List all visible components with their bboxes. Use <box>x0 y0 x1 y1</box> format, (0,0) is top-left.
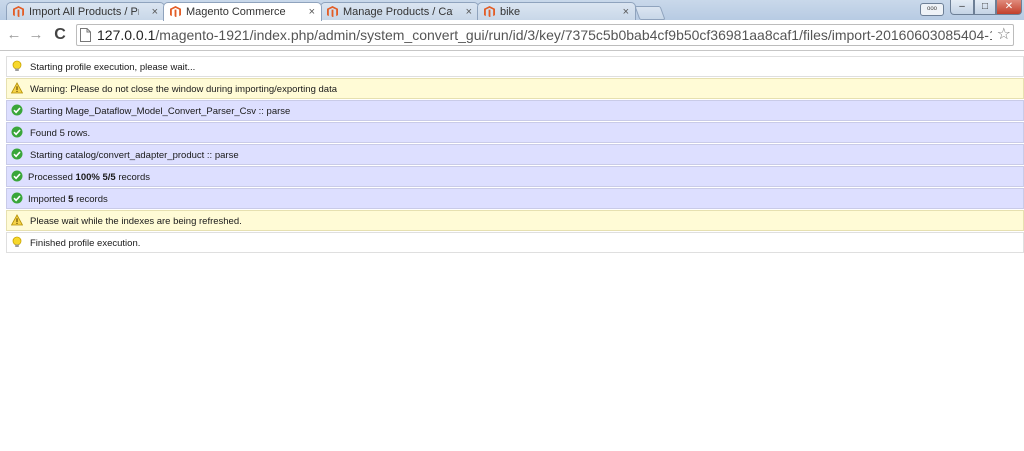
log-row-finished: Finished profile execution. <box>6 232 1024 253</box>
warning-icon <box>11 214 23 226</box>
url-path: /magento-1921/index.php/admin/system_con… <box>155 27 992 43</box>
minimize-button[interactable]: – <box>950 0 974 15</box>
bookmark-star-icon[interactable]: ☆ <box>997 25 1011 45</box>
close-window-button[interactable]: ✕ <box>996 0 1022 15</box>
log-row-warning: Warning: Please do not close the window … <box>6 78 1024 99</box>
log-message: Starting profile execution, please wait.… <box>30 62 196 73</box>
new-tab-button[interactable] <box>634 6 666 20</box>
browser-chrome: Import All Products / Profi × Magento Co… <box>0 0 1024 51</box>
magento-logo-icon <box>170 6 181 17</box>
log-row-processed: Processed 100% 5/5 records <box>6 166 1024 187</box>
log-message-suffix: records <box>73 194 108 205</box>
page-content: Starting profile execution, please wait.… <box>0 51 1024 451</box>
tab-magento-commerce[interactable]: Magento Commerce × <box>163 2 322 21</box>
log-message: Imported 5 records <box>28 194 108 205</box>
log-message: Starting catalog/convert_adapter_product… <box>30 150 239 161</box>
tab-strip: Import All Products / Profi × Magento Co… <box>0 0 1024 21</box>
url-host: 127.0.0.1 <box>97 27 156 43</box>
log-row-parser-start: Starting Mage_Dataflow_Model_Convert_Par… <box>6 100 1024 121</box>
page-icon <box>80 28 91 42</box>
forward-arrow-icon[interactable]: → <box>26 25 46 45</box>
tab-close-icon[interactable]: × <box>623 3 629 20</box>
log-message: Found 5 rows. <box>30 128 91 139</box>
tab-close-icon[interactable]: × <box>466 3 472 20</box>
check-icon <box>11 192 23 204</box>
tab-title: bike <box>500 6 521 18</box>
tab-title: Magento Commerce <box>186 6 286 18</box>
check-icon <box>11 126 23 138</box>
tab-manage-products[interactable]: Manage Products / Catalo × <box>320 2 479 20</box>
magento-logo-icon <box>13 6 24 17</box>
log-message: Warning: Please do not close the window … <box>30 84 337 95</box>
tab-title: Import All Products / Profi <box>29 6 139 18</box>
tab-bike[interactable]: bike × <box>477 2 636 20</box>
log-row-reindex: Please wait while the indexes are being … <box>6 210 1024 231</box>
url-text[interactable]: 127.0.0.1/magento-1921/index.php/admin/s… <box>97 25 992 45</box>
tab-title: Manage Products / Catalo <box>343 6 453 18</box>
log-row-adapter-start: Starting catalog/convert_adapter_product… <box>6 144 1024 165</box>
bulb-icon <box>12 60 22 71</box>
magento-logo-icon <box>327 6 338 17</box>
log-message: Starting Mage_Dataflow_Model_Convert_Par… <box>30 106 291 117</box>
log-row-imported: Imported 5 records <box>6 188 1024 209</box>
log-message-prefix: Processed <box>28 172 76 183</box>
log-message: Finished profile execution. <box>30 238 141 249</box>
user-profile-icon[interactable]: ooo <box>920 3 944 16</box>
bulb-icon <box>12 236 22 247</box>
warning-icon <box>11 82 23 94</box>
reload-icon[interactable]: C <box>50 25 70 45</box>
browser-toolbar: ← → C 127.0.0.1/magento-1921/index.php/a… <box>0 20 1024 51</box>
log-message-prefix: Imported <box>28 194 69 205</box>
maximize-button[interactable]: □ <box>974 0 996 15</box>
log-message-count: 100% 5/5 <box>75 172 116 183</box>
check-icon <box>11 104 23 116</box>
log-message: Please wait while the indexes are being … <box>30 216 242 227</box>
tab-import-all-products[interactable]: Import All Products / Profi × <box>6 2 165 20</box>
profile-execution-log: Starting profile execution, please wait.… <box>6 56 1024 254</box>
tab-close-icon[interactable]: × <box>152 3 158 20</box>
check-icon <box>11 170 23 182</box>
log-row-found-rows: Found 5 rows. <box>6 122 1024 143</box>
magento-logo-icon <box>484 6 495 17</box>
log-row-starting: Starting profile execution, please wait.… <box>6 56 1024 77</box>
tab-close-icon[interactable]: × <box>309 3 315 21</box>
address-bar[interactable]: 127.0.0.1/magento-1921/index.php/admin/s… <box>76 24 1014 46</box>
log-message-suffix: records <box>115 172 151 183</box>
back-arrow-icon[interactable]: ← <box>4 25 24 45</box>
log-message: Processed 100% 5/5 records <box>28 172 150 183</box>
check-icon <box>11 148 23 160</box>
